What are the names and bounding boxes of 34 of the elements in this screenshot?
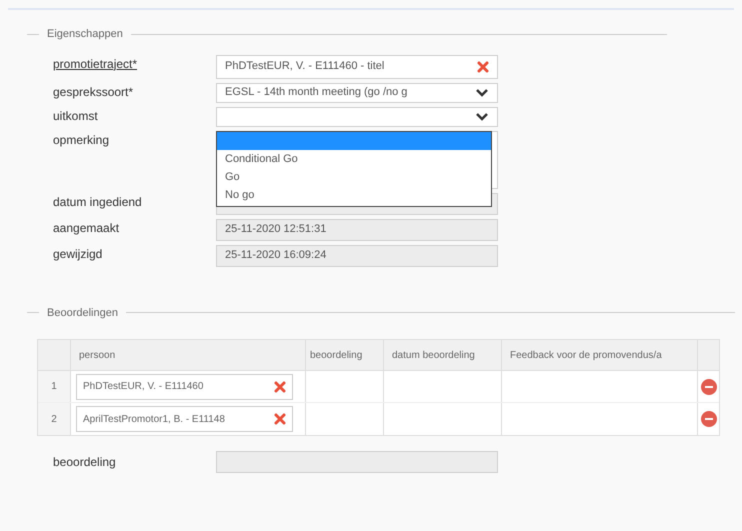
person-field[interactable]: PhDTestEUR, V. - E111460 xyxy=(76,374,293,400)
column-header: persoon xyxy=(71,340,306,370)
section-legend: Eigenschappen xyxy=(47,26,123,42)
readonly-field: 25-11-2020 12:51:31 xyxy=(216,218,498,240)
column-header: datum beoordeling xyxy=(384,340,502,370)
select-field[interactable] xyxy=(216,106,498,126)
row-number: 1 xyxy=(38,371,71,402)
remove-icon[interactable] xyxy=(700,411,716,427)
chevron-down-icon xyxy=(475,88,489,98)
lookup-field[interactable]: PhDTestEUR, V. - E111460 - titel xyxy=(216,54,498,78)
column-header: beoordeling xyxy=(306,340,384,370)
field-label: gewijzigd xyxy=(52,246,104,262)
section-legend: Beoordelingen xyxy=(47,304,118,321)
dropdown-option[interactable]: No go xyxy=(217,186,491,204)
field-label: opmerking xyxy=(52,132,110,148)
field-label[interactable]: promotietraject* xyxy=(27,54,216,72)
field-label: aangemaakt xyxy=(52,220,120,236)
dropdown-option[interactable]: Go xyxy=(217,168,491,186)
remove-icon[interactable] xyxy=(700,378,716,394)
person-field[interactable]: AprilTestPromotor1, B. - E11148 xyxy=(76,406,293,432)
clear-icon[interactable] xyxy=(477,60,489,72)
chevron-down-icon xyxy=(475,112,489,122)
field-label: uitkomst xyxy=(52,108,99,124)
row-number: 2 xyxy=(38,403,71,435)
select-field[interactable]: EGSL - 14th month meeting (go /no g xyxy=(216,82,498,102)
column-header: Feedback voor de promovendus/a xyxy=(502,340,698,370)
field-label: gesprekssoort* xyxy=(52,84,134,100)
field-label: datum ingediend xyxy=(52,194,143,210)
readonly-field: 25-11-2020 16:09:24 xyxy=(216,244,498,266)
clear-icon[interactable] xyxy=(274,413,286,425)
field-label: beoordeling xyxy=(52,454,117,471)
dropdown-option[interactable]: Conditional Go xyxy=(217,150,491,168)
clear-icon[interactable] xyxy=(274,380,286,392)
dropdown-option[interactable] xyxy=(217,132,491,150)
